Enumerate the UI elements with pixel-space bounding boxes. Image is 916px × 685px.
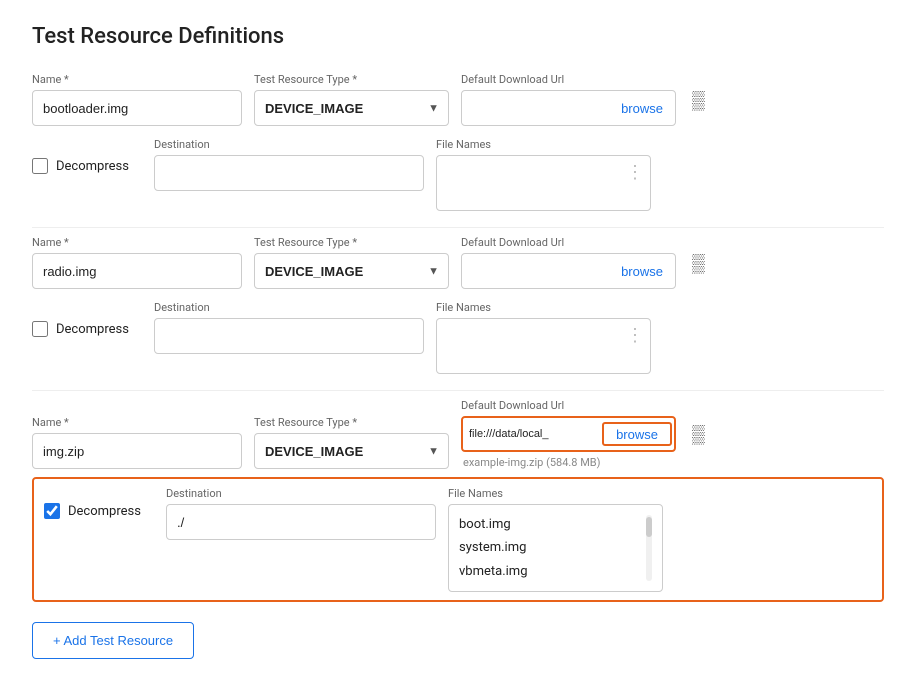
scroll-indicator-2: ⋮ bbox=[626, 327, 644, 345]
dest-field-wrapper-3: Destination bbox=[166, 487, 436, 540]
resource-block-3: Name * Test Resource Type * DEVICE_IMAGE… bbox=[32, 399, 884, 602]
name-label-1: Name * bbox=[32, 73, 242, 86]
filenames-label-2: File Names bbox=[436, 301, 884, 314]
scrollbar-thumb-3 bbox=[646, 517, 652, 537]
resource-block-1: Name * Test Resource Type * DEVICE_IMAGE… bbox=[32, 73, 884, 221]
dest-input-2[interactable] bbox=[154, 318, 424, 354]
url-label-3: Default Download Url bbox=[461, 399, 676, 412]
url-input-2[interactable] bbox=[462, 256, 609, 286]
scroll-indicator-1: ⋮ bbox=[626, 164, 644, 182]
delete-btn-3[interactable]: ▒ bbox=[688, 421, 709, 447]
browse-btn-2[interactable]: browse bbox=[609, 254, 675, 288]
delete-btn-2[interactable]: ▒ bbox=[688, 250, 709, 276]
type-select-wrapper-3: DEVICE_IMAGE ▼ bbox=[254, 433, 449, 469]
decompress-check-wrapper-1: Decompress bbox=[32, 138, 142, 174]
scrollbar-track-3 bbox=[646, 515, 652, 581]
divider-1 bbox=[32, 227, 884, 228]
decompress-check-wrapper-3: Decompress bbox=[44, 487, 154, 519]
filename-3: vbmeta.img bbox=[459, 560, 642, 583]
decompress-label-2: Decompress bbox=[56, 322, 129, 337]
url-input-3[interactable] bbox=[463, 420, 600, 448]
filename-1: boot.img bbox=[459, 513, 642, 536]
url-field-1: Default Download Url browse bbox=[461, 73, 676, 126]
filenames-wrapper-3: File Names boot.img system.img vbmeta.im… bbox=[448, 487, 872, 592]
decompress-row-2: Decompress Destination File Names ⋮ bbox=[32, 291, 884, 384]
decompress-label-1: Decompress bbox=[56, 159, 129, 174]
dest-field-wrapper-1: Destination bbox=[154, 138, 424, 191]
type-label-2: Test Resource Type * bbox=[254, 236, 449, 249]
type-field-2: Test Resource Type * DEVICE_IMAGE ▼ bbox=[254, 236, 449, 289]
url-field-2: Default Download Url browse bbox=[461, 236, 676, 289]
type-select-3[interactable]: DEVICE_IMAGE bbox=[254, 433, 449, 469]
dest-input-3[interactable] bbox=[166, 504, 436, 540]
resource-row-2: Name * Test Resource Type * DEVICE_IMAGE… bbox=[32, 236, 884, 289]
type-field-1: Test Resource Type * DEVICE_IMAGE ▼ bbox=[254, 73, 449, 126]
type-select-wrapper-2: DEVICE_IMAGE ▼ bbox=[254, 253, 449, 289]
divider-2 bbox=[32, 390, 884, 391]
type-select-wrapper-1: DEVICE_IMAGE ▼ bbox=[254, 90, 449, 126]
dest-input-1[interactable] bbox=[154, 155, 424, 191]
browse-btn-1[interactable]: browse bbox=[609, 91, 675, 125]
filenames-label-3: File Names bbox=[448, 487, 872, 500]
name-input-2[interactable] bbox=[32, 253, 242, 289]
type-field-3: Test Resource Type * DEVICE_IMAGE ▼ bbox=[254, 416, 449, 469]
delete-btn-1[interactable]: ▒ bbox=[688, 87, 709, 113]
decompress-label-3: Decompress bbox=[68, 504, 141, 519]
type-select-2[interactable]: DEVICE_IMAGE bbox=[254, 253, 449, 289]
decompress-row-3: Decompress Destination File Names boot.i… bbox=[32, 477, 884, 602]
url-hint-3: example-img.zip (584.8 MB) bbox=[461, 456, 676, 469]
type-label-1: Test Resource Type * bbox=[254, 73, 449, 86]
decompress-check-wrapper-2: Decompress bbox=[32, 301, 142, 337]
type-select-1[interactable]: DEVICE_IMAGE bbox=[254, 90, 449, 126]
resource-row-1: Name * Test Resource Type * DEVICE_IMAGE… bbox=[32, 73, 884, 126]
name-field-3: Name * bbox=[32, 416, 242, 469]
filenames-label-1: File Names bbox=[436, 138, 884, 151]
url-label-2: Default Download Url bbox=[461, 236, 676, 249]
type-label-3: Test Resource Type * bbox=[254, 416, 449, 429]
name-field-2: Name * bbox=[32, 236, 242, 289]
filenames-wrapper-2: File Names ⋮ bbox=[436, 301, 884, 374]
resource-row-3: Name * Test Resource Type * DEVICE_IMAGE… bbox=[32, 399, 884, 469]
dest-label-1: Destination bbox=[154, 138, 424, 151]
filenames-area-2: ⋮ bbox=[436, 318, 651, 374]
filename-2: system.img bbox=[459, 536, 642, 559]
url-input-1[interactable] bbox=[462, 93, 609, 123]
decompress-row-1: Decompress Destination File Names ⋮ bbox=[32, 128, 884, 221]
url-field-3: Default Download Url browse example-img.… bbox=[461, 399, 676, 469]
dest-label-2: Destination bbox=[154, 301, 424, 314]
name-input-3[interactable] bbox=[32, 433, 242, 469]
filenames-area-3: boot.img system.img vbmeta.img bbox=[448, 504, 663, 592]
browse-btn-3[interactable]: browse bbox=[602, 422, 672, 446]
dest-label-3: Destination bbox=[166, 487, 436, 500]
filenames-text-3: boot.img system.img vbmeta.img bbox=[459, 513, 642, 583]
name-label-3: Name * bbox=[32, 416, 242, 429]
filenames-wrapper-1: File Names ⋮ bbox=[436, 138, 884, 211]
name-label-2: Name * bbox=[32, 236, 242, 249]
resource-block-2: Name * Test Resource Type * DEVICE_IMAGE… bbox=[32, 236, 884, 384]
decompress-checkbox-3[interactable] bbox=[44, 503, 60, 519]
url-input-row-2: browse bbox=[461, 253, 676, 289]
add-resource-button[interactable]: + Add Test Resource bbox=[32, 622, 194, 659]
page-title: Test Resource Definitions bbox=[32, 24, 884, 49]
decompress-checkbox-2[interactable] bbox=[32, 321, 48, 337]
url-label-1: Default Download Url bbox=[461, 73, 676, 86]
dest-field-wrapper-2: Destination bbox=[154, 301, 424, 354]
name-input-1[interactable] bbox=[32, 90, 242, 126]
filenames-area-1: ⋮ bbox=[436, 155, 651, 211]
url-input-row-1: browse bbox=[461, 90, 676, 126]
decompress-checkbox-1[interactable] bbox=[32, 158, 48, 174]
name-field-1: Name * bbox=[32, 73, 242, 126]
url-input-row-3: browse bbox=[461, 416, 676, 452]
